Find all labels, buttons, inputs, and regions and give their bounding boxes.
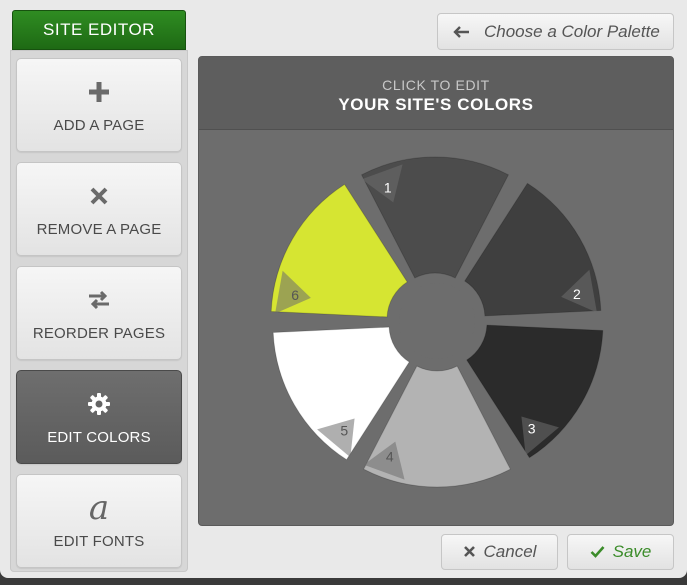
add-page-button[interactable]: ADD A PAGE	[16, 58, 182, 152]
x-icon	[463, 542, 476, 563]
cancel-button[interactable]: Cancel	[441, 534, 558, 570]
arrow-left-icon	[452, 25, 470, 39]
edit-colors-label: EDIT COLORS	[47, 429, 151, 446]
color-editor-panel: CLICK TO EDIT YOUR SITE'S COLORS 123456	[198, 56, 674, 526]
x-icon	[17, 181, 181, 211]
check-icon	[590, 542, 605, 563]
add-page-label: ADD A PAGE	[53, 117, 145, 134]
choose-color-palette-button[interactable]: Choose a Color Palette	[437, 13, 674, 50]
swatch-number: 2	[573, 286, 581, 302]
swatch-number: 1	[384, 179, 392, 195]
plus-icon	[17, 77, 181, 107]
swatch-number: 5	[340, 423, 348, 439]
site-editor-window: SITE EDITOR ADD A PAGE REMOVE A PAGE REO…	[0, 0, 687, 578]
gear-icon	[17, 389, 181, 419]
wheel-hub	[399, 283, 475, 359]
save-label: Save	[612, 542, 652, 561]
swatch-number: 6	[291, 287, 299, 303]
swatch-number: 3	[528, 421, 536, 437]
remove-page-label: REMOVE A PAGE	[36, 221, 162, 238]
cancel-label: Cancel	[483, 542, 537, 561]
choose-color-palette-label: Choose a Color Palette	[484, 21, 660, 41]
color-wheel: 1 2 3 4 5 6	[270, 156, 604, 488]
reorder-pages-button[interactable]: REORDER PAGES	[16, 266, 182, 360]
save-button[interactable]: Save	[567, 534, 674, 570]
sidebar-title: SITE EDITOR	[12, 10, 186, 50]
font-a-icon: a	[88, 488, 110, 528]
edit-colors-button[interactable]: EDIT COLORS	[16, 370, 182, 464]
edit-fonts-label: EDIT FONTS	[53, 533, 145, 550]
remove-page-button[interactable]: REMOVE A PAGE	[16, 162, 182, 256]
swatch-number: 4	[386, 449, 394, 465]
edit-fonts-button[interactable]: a EDIT FONTS	[16, 474, 182, 568]
sidebar-panel: ADD A PAGE REMOVE A PAGE REORDER PAGES E…	[10, 50, 188, 572]
sidebar: SITE EDITOR ADD A PAGE REMOVE A PAGE REO…	[10, 10, 188, 572]
reorder-pages-label: REORDER PAGES	[32, 325, 166, 342]
swap-arrows-icon	[17, 285, 181, 315]
